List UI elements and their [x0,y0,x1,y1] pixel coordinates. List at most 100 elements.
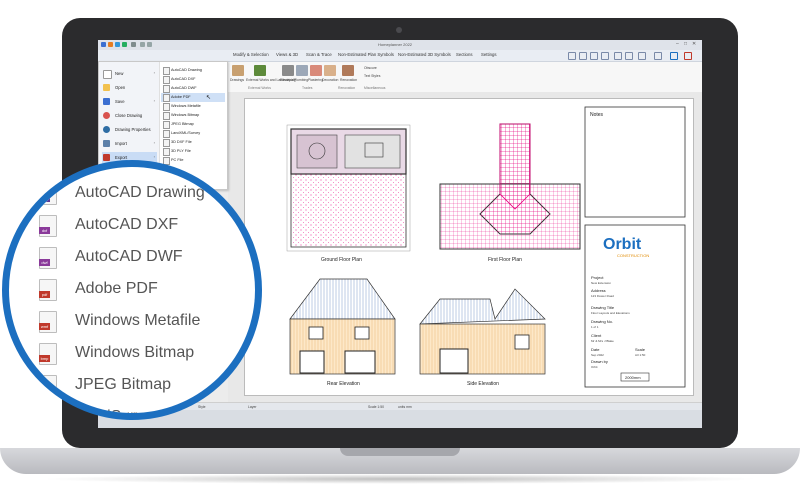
wmf-file-icon [163,103,170,111]
tb-date-val: Sep 2022 [591,353,604,357]
scale-bar-label: 2000mm [625,375,641,380]
tab-scan[interactable]: Scan & Trace [306,52,332,57]
new-icon[interactable] [108,42,113,47]
save-icon[interactable] [122,42,127,47]
mag-item: jpg JPEG Bitmap [39,373,255,403]
xml-file-icon [163,130,170,138]
text-styles-button[interactable]: Text Styles [364,74,380,78]
tb-drawno-key: Drawing No. [591,319,613,324]
menu-close-drawing[interactable]: Close Drawing [102,110,157,122]
stop-icon[interactable] [684,52,692,60]
mag-badge: wmf [39,323,50,330]
mag-item: pdf Adobe PDF [39,277,255,307]
redo-icon[interactable] [147,42,152,47]
mag-badge: dwf [39,259,50,266]
obscure-button[interactable]: Obscure [364,66,377,70]
export-windows-bitmap[interactable]: Windows Bitmap [161,111,225,120]
export-jpeg-bitmap[interactable]: JPEG Bitmap [161,120,225,129]
export-adobe-pdf[interactable]: Adobe PDF [161,93,225,102]
menu-new[interactable]: New › [102,68,157,80]
drawing-canvas[interactable]: Ground Floor Plan First Floor Plan Rear … [228,92,702,402]
layers-icon[interactable] [638,52,646,60]
status-scale: Scale 1:50 [368,405,385,409]
plastering-button[interactable] [310,65,322,76]
menu-save[interactable]: Save › [102,96,157,108]
tab-sections[interactable]: Sections [456,52,472,57]
tab-views[interactable]: Views & 3D [276,52,298,57]
snap-icon[interactable] [625,52,633,60]
export-3d-ply[interactable]: 3D PLY File [161,147,225,156]
pan-icon[interactable] [590,52,598,60]
electrical-button[interactable] [282,65,294,76]
zoom-window-icon[interactable] [601,52,609,60]
tb-address-val: 123 Flower Road [591,294,614,298]
close-drawing-icon [103,112,110,119]
export-pc-file[interactable]: PC File [161,156,225,165]
maximize-icon[interactable]: □ [684,41,687,47]
mag-badge: bmp [39,355,50,362]
bmp-file-icon [163,112,170,120]
open-icon[interactable] [115,42,120,47]
tb-client-key: Client [591,333,602,338]
tb-drawnby-val: Orbit [591,365,598,369]
mag-item: dxf AutoCAD DXF [39,213,255,243]
tb-scale-val: A3 1:50 [635,353,646,357]
group-misc: Miscellaneous [364,86,386,90]
export-autocad-dxf[interactable]: AutoCAD DXF [161,75,225,84]
tab-plan-symbols[interactable]: Non-Estimated Plan Symbols [338,52,394,57]
dxf-file-icon: dxf [39,215,57,237]
grid-icon[interactable] [614,52,622,60]
menu-open[interactable]: Open [102,82,157,94]
group-trades: Trades [302,86,313,90]
dwf-file-icon: dwf [39,247,57,269]
tab-settings[interactable]: Settings [481,52,497,57]
export-autocad-drawing[interactable]: AutoCAD Drawing [161,66,225,75]
mag-item-label: Windows Bitmap [75,344,195,361]
chevron-right-icon: › [153,98,155,103]
tab-modify[interactable]: Modify & Selection [233,52,269,57]
close-icon[interactable]: ✕ [692,41,696,47]
mag-item-label: JPEG Bitmap [75,376,172,393]
dwg-file-icon [163,67,170,75]
mag-item: bmp Windows Bitmap [39,341,255,371]
chevron-right-icon: › [153,154,155,159]
export-autocad-dwf[interactable]: AutoCAD DWF [161,84,225,93]
app-icon[interactable] [101,42,106,47]
decoration-button[interactable] [324,65,336,76]
mag-item-label: AutoCAD Drawing [75,184,205,201]
plastering-label: Plastering [308,78,324,82]
mag-item: dwf AutoCAD DWF [39,245,255,275]
export-windows-metafile[interactable]: Windows Metafile [161,102,225,111]
chevron-right-icon: › [153,140,155,145]
menu-drawing-properties[interactable]: Drawing Properties [102,124,157,136]
laptop-notch [340,448,460,456]
zoom-out-icon[interactable] [579,52,587,60]
export-3d-dxf[interactable]: 3D DXF File [161,138,225,147]
import-icon [103,140,110,147]
undo-icon[interactable] [140,42,145,47]
zoom-in-icon[interactable] [568,52,576,60]
dxf-file-icon [163,76,170,84]
tb-title-val: Floor Layouts and Elevations [591,311,630,315]
tb-drawnby-key: Drawn by [591,359,608,364]
status-units: units mm [398,405,412,409]
minimize-icon[interactable]: – [676,41,679,47]
menu-import[interactable]: Import › [102,138,157,150]
export-landxml-survey[interactable]: LandXML/Survey [161,129,225,138]
magnifier-callout: AutoCAD Drawing dxf AutoCAD DXF dwf AutoCA… [2,160,262,420]
renovation-button[interactable] [342,65,354,76]
tab-3d-symbols[interactable]: Non-Estimated 3D Symbols [398,52,451,57]
ply-file-icon [163,148,170,156]
help-icon[interactable] [670,52,678,60]
pdf-file-icon: pdf [39,279,57,301]
print-icon[interactable] [131,42,136,47]
drawings-button[interactable] [232,65,244,76]
gear-icon[interactable] [654,52,662,60]
decoration-label: Decoration [322,78,339,82]
plan-drawing: Ground Floor Plan First Floor Plan Rear … [286,106,686,388]
external-works-button[interactable] [254,65,266,76]
logo-text: Orbit [603,236,642,253]
plumbing-button[interactable] [296,65,308,76]
chevron-right-icon: › [153,70,155,75]
renovation-label: Renovation [340,78,358,82]
